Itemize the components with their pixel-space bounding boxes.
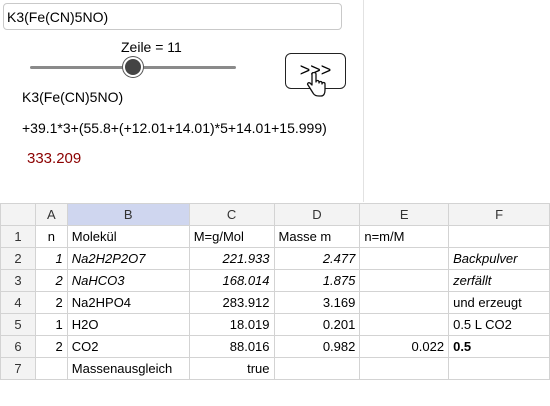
cell[interactable]: Masse m [273, 225, 361, 248]
cell[interactable]: 2 [34, 291, 68, 314]
table-row: 2 1 Na2H2P2O7 221.933 2.477 Backpulver [0, 247, 550, 270]
cell[interactable]: 221.933 [188, 247, 275, 270]
cell[interactable]: und erzeugt [448, 291, 550, 314]
column-header-e[interactable]: E [359, 203, 450, 226]
molar-mass-result: 333.209 [27, 150, 82, 167]
cell[interactable] [359, 313, 450, 336]
row-header[interactable]: 1 [0, 225, 36, 248]
cell[interactable] [273, 357, 361, 380]
column-header-a[interactable]: A [34, 203, 68, 226]
graphics-panel: K3(Fe(CN)5NO) Zeile = 11 >>> K3(Fe(CN)5N… [0, 0, 364, 202]
table-row: 5 1 H2O 18.019 0.201 0.5 L CO2 [0, 313, 550, 336]
cell[interactable] [359, 269, 450, 292]
cell[interactable]: H2O [66, 313, 190, 336]
row-slider-thumb[interactable] [125, 59, 141, 75]
cell[interactable]: M=g/Mol [188, 225, 275, 248]
corner-cell[interactable] [0, 203, 36, 226]
pointer-hand-icon [306, 72, 326, 97]
formula-input[interactable]: K3(Fe(CN)5NO) [3, 3, 342, 30]
cell[interactable]: 88.016 [188, 335, 275, 358]
cell[interactable]: CO2 [66, 335, 190, 358]
cell[interactable]: 1 [34, 247, 68, 270]
cell[interactable]: Backpulver [448, 247, 550, 270]
row-header[interactable]: 6 [0, 335, 36, 358]
cell[interactable]: Molekül [66, 225, 190, 248]
column-header-c[interactable]: C [188, 203, 275, 226]
formula-text: K3(Fe(CN)5NO) [22, 89, 124, 105]
cell[interactable]: n [34, 225, 68, 248]
cell[interactable]: 2 [34, 335, 68, 358]
cell[interactable]: 1 [34, 313, 68, 336]
cell[interactable]: Massenausgleich [66, 357, 190, 380]
cell[interactable]: 0.022 [359, 335, 450, 358]
cell[interactable]: 1.875 [273, 269, 361, 292]
spreadsheet: A B C D E F 1 n Molekül M=g/Mol Masse m … [0, 203, 550, 380]
cell[interactable]: 168.014 [188, 269, 275, 292]
cell[interactable] [448, 357, 550, 380]
cell[interactable]: Na2HPO4 [66, 291, 190, 314]
cell[interactable]: zerfällt [448, 269, 550, 292]
cell[interactable] [359, 357, 450, 380]
cell[interactable]: 0.982 [273, 335, 361, 358]
table-row: 6 2 CO2 88.016 0.982 0.022 0.5 [0, 335, 550, 358]
row-header[interactable]: 2 [0, 247, 36, 270]
cell[interactable] [34, 357, 68, 380]
column-header-b[interactable]: B [66, 203, 190, 226]
column-header-d[interactable]: D [273, 203, 361, 226]
cell[interactable]: 0.201 [273, 313, 361, 336]
row-header[interactable]: 4 [0, 291, 36, 314]
cell[interactable]: 2 [34, 269, 68, 292]
slider-label: Zeile = 11 [121, 39, 182, 55]
column-header-row: A B C D E F [0, 203, 550, 226]
mass-expression: +39.1*3+(55.8+(+12.01+14.01)*5+14.01+15.… [22, 120, 327, 136]
row-header[interactable]: 3 [0, 269, 36, 292]
cell[interactable]: NaHCO3 [66, 269, 190, 292]
cell[interactable]: 283.912 [188, 291, 275, 314]
table-row: 1 n Molekül M=g/Mol Masse m n=m/M [0, 225, 550, 248]
cell[interactable]: Na2H2P2O7 [66, 247, 190, 270]
cell[interactable]: 0.5 L CO2 [448, 313, 550, 336]
cell[interactable]: 2.477 [273, 247, 361, 270]
cell[interactable]: 0.5 [448, 335, 550, 358]
cell[interactable]: 18.019 [188, 313, 275, 336]
cell[interactable]: n=m/M [359, 225, 450, 248]
table-row: 7 Massenausgleich true [0, 357, 550, 380]
cell[interactable]: 3.169 [273, 291, 361, 314]
cell[interactable] [359, 291, 450, 314]
column-header-f[interactable]: F [448, 203, 550, 226]
row-header[interactable]: 7 [0, 357, 36, 380]
table-row: 3 2 NaHCO3 168.014 1.875 zerfällt [0, 269, 550, 292]
cell[interactable] [448, 225, 550, 248]
cell[interactable]: true [188, 357, 275, 380]
row-header[interactable]: 5 [0, 313, 36, 336]
table-row: 4 2 Na2HPO4 283.912 3.169 und erzeugt [0, 291, 550, 314]
cell[interactable] [359, 247, 450, 270]
